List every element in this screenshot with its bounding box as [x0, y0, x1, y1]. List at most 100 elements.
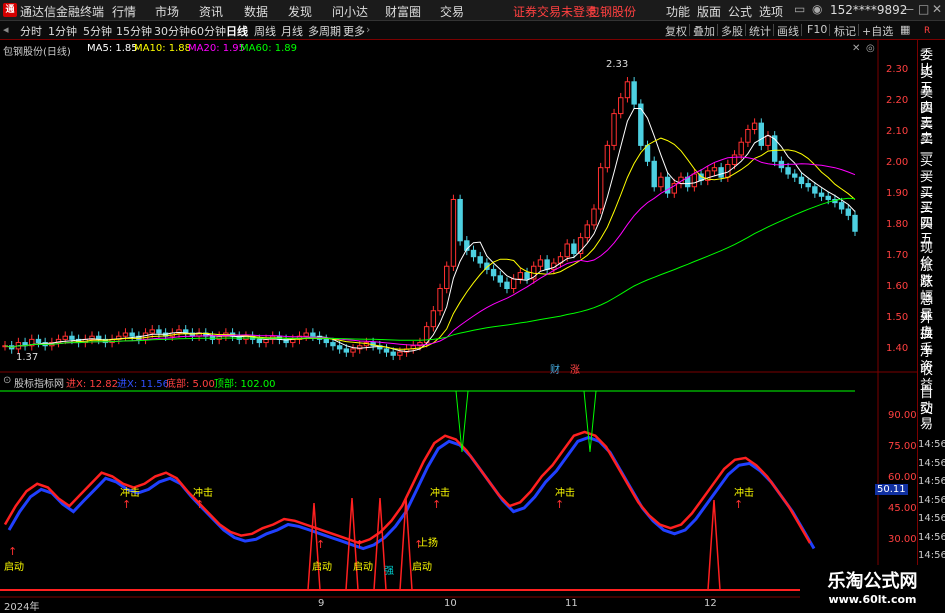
- candle-body: [738, 141, 744, 156]
- candle-body: [805, 183, 811, 188]
- signal-chongji: 冲击: [430, 488, 450, 499]
- ind-y-tick: 45.00: [888, 503, 917, 514]
- param-1: 进X: 12.82: [66, 379, 119, 390]
- candle-body: [745, 129, 751, 143]
- candle-body: [256, 338, 263, 344]
- candle-body: [731, 154, 738, 165]
- x-label: 2024年: [4, 602, 40, 613]
- candle-body: [571, 243, 577, 255]
- up-arrow-icon: ↑: [432, 498, 441, 511]
- candle-body: [845, 208, 852, 216]
- candle-body: [330, 342, 336, 347]
- candle-body: [564, 243, 570, 258]
- ind-y-tick: 90.00: [888, 410, 917, 421]
- y-tick: 1.40: [886, 343, 909, 354]
- y-tick: 1.90: [886, 188, 909, 199]
- y-tick: 1.60: [886, 281, 909, 292]
- candle-body: [618, 97, 624, 115]
- candle-body: [323, 338, 329, 344]
- candle-body: [691, 173, 698, 188]
- y-tick: 1.50: [886, 312, 909, 323]
- signal-chongji: 冲击: [734, 488, 754, 499]
- candle-body: [129, 332, 135, 337]
- candle-body: [765, 135, 771, 146]
- candle-body: [611, 113, 617, 146]
- candle-body: [812, 186, 818, 194]
- ma20-label: MA20: 1.95: [188, 43, 246, 54]
- up-arrow-icon: ↑: [555, 498, 564, 511]
- candle-body: [383, 348, 390, 353]
- candle-body: [825, 195, 831, 200]
- candle-body: [336, 345, 343, 350]
- candle-body: [149, 329, 155, 334]
- chart-canvas: ↑ ↑ ↑ ↑ ↑↑↑ ↑ ↑: [0, 40, 917, 609]
- x-label: 11: [565, 598, 578, 609]
- high-price-label: 2.33: [606, 59, 629, 70]
- param-4: 顶部: 102.00: [214, 379, 276, 390]
- candle-body: [624, 81, 631, 99]
- candle-body: [450, 198, 457, 267]
- candle-body: [390, 351, 396, 356]
- candle-body: [852, 214, 858, 232]
- bottom-spike: [707, 499, 721, 591]
- candle-body: [470, 249, 477, 258]
- ma-line-60: [4, 197, 856, 348]
- candle-body: [798, 176, 805, 185]
- candle-body: [62, 335, 68, 340]
- ind-y-tick: 75.00: [888, 441, 917, 452]
- candle-body: [310, 332, 316, 337]
- indicator-name: 股标指标网: [14, 379, 64, 390]
- signal-chongji: 冲击: [555, 488, 575, 499]
- candle-body: [631, 81, 637, 105]
- watermark: 乐淘公式网 www.60lt.com: [800, 565, 945, 609]
- indicator-settings-icon[interactable]: ⊙: [3, 375, 11, 386]
- candle-body: [69, 335, 75, 340]
- signal-shangyang: 上扬: [418, 538, 438, 549]
- candlestick-series: [2, 77, 858, 361]
- candle-body: [477, 256, 483, 264]
- candle-body: [444, 265, 450, 289]
- candle-body: [537, 259, 544, 267]
- candle-body: [437, 288, 443, 312]
- zhang-flag[interactable]: 涨: [570, 361, 580, 376]
- up-arrow-icon: ↑: [8, 545, 17, 558]
- x-label: 12: [704, 598, 717, 609]
- candle-body: [644, 144, 651, 162]
- candle-body: [156, 329, 162, 334]
- candle-body: [397, 351, 403, 356]
- side-time: 14:56: [918, 531, 945, 543]
- signal-qiang: 强: [384, 566, 394, 577]
- watermark-url: www.60lt.com: [828, 593, 917, 606]
- side-time: 14:56: [918, 550, 945, 561]
- y-tick: 1.80: [886, 219, 909, 230]
- signal-qidong: 启动: [4, 562, 24, 573]
- up-arrow-icon: ↑: [355, 538, 364, 551]
- candle-body: [544, 259, 550, 270]
- cai-flag[interactable]: 财: [550, 361, 560, 376]
- chart-settings-icon[interactable]: ◎: [866, 43, 875, 54]
- low-price-label: 1.37: [16, 352, 39, 363]
- candle-body: [504, 281, 510, 290]
- candle-body: [584, 224, 590, 239]
- candle-body: [711, 167, 718, 172]
- chart-close-icon[interactable]: ✕: [852, 43, 860, 54]
- up-arrow-icon: ↑: [316, 538, 325, 551]
- param-2: 进X: 11.56: [117, 379, 170, 390]
- y-tick: 1.70: [886, 250, 909, 261]
- ma10-label: MA10: 1.88: [134, 43, 192, 54]
- ind-y-tick: 60.00: [888, 472, 917, 483]
- candle-body: [718, 167, 724, 178]
- candle-body: [604, 144, 611, 169]
- candle-body: [35, 338, 42, 344]
- param-3: 底部: 5.00: [166, 379, 215, 390]
- candle-body: [343, 348, 350, 353]
- side-item[interactable]: 交易: [920, 402, 945, 432]
- signal-qidong: 启动: [353, 562, 373, 573]
- watermark-title: 乐淘公式网: [827, 571, 918, 592]
- candle-body: [651, 160, 657, 188]
- candle-body: [658, 176, 664, 188]
- ma-line-20: [4, 156, 856, 348]
- candle-body: [838, 202, 845, 210]
- candle-body: [497, 275, 503, 283]
- candle-body: [785, 167, 791, 175]
